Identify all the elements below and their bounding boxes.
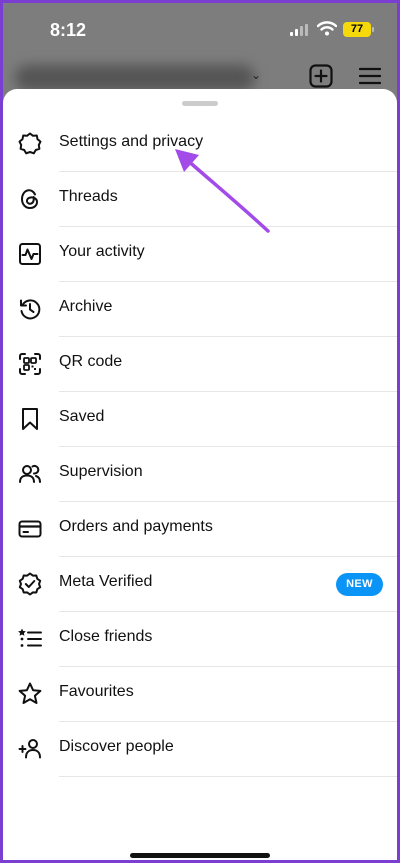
cellular-signal-icon bbox=[290, 24, 308, 36]
menu-item-settings-and-privacy[interactable]: Settings and privacy bbox=[3, 117, 397, 172]
menu-item-orders-and-payments[interactable]: Orders and payments bbox=[3, 502, 397, 557]
add-person-icon bbox=[18, 739, 41, 759]
menu-item-label: Your activity bbox=[59, 243, 145, 260]
menu-item-label: Archive bbox=[59, 298, 113, 315]
menu-item-label: Orders and payments bbox=[59, 518, 213, 535]
menu-item-label: Settings and privacy bbox=[59, 133, 204, 150]
phone-screen: 8:12 77 ⌄ Settings and privacy Threads Y… bbox=[3, 3, 397, 860]
menu-item-close-friends[interactable]: Close friends bbox=[3, 612, 397, 667]
menu-item-favourites[interactable]: Favourites bbox=[3, 667, 397, 722]
menu-item-label: Close friends bbox=[59, 628, 153, 645]
new-badge: NEW bbox=[336, 573, 383, 596]
bookmark-icon bbox=[22, 408, 38, 430]
threads-icon bbox=[20, 189, 39, 210]
menu-item-discover-people[interactable]: Discover people bbox=[3, 722, 397, 777]
menu-item-label: Favourites bbox=[59, 683, 134, 700]
menu-item-threads[interactable]: Threads bbox=[3, 172, 397, 227]
supervision-icon bbox=[19, 464, 41, 483]
wifi-icon bbox=[317, 21, 337, 36]
battery-nub bbox=[372, 27, 374, 32]
menu-item-label: Discover people bbox=[59, 738, 174, 755]
blurred-username bbox=[15, 65, 255, 91]
archive-icon bbox=[20, 299, 41, 320]
divider bbox=[59, 776, 397, 777]
menu-item-label: QR code bbox=[59, 353, 123, 370]
menu-item-meta-verified[interactable]: Meta Verified NEW bbox=[3, 557, 397, 612]
gear-icon bbox=[18, 132, 42, 155]
menu-sheet: Settings and privacy Threads Your activi… bbox=[3, 89, 397, 860]
status-time: 8:12 bbox=[50, 20, 87, 40]
hamburger-icon[interactable] bbox=[359, 67, 381, 85]
menu-item-saved[interactable]: Saved bbox=[3, 392, 397, 447]
menu-item-label: Saved bbox=[59, 408, 105, 425]
close-friends-icon bbox=[18, 628, 42, 647]
battery-icon: 77 bbox=[343, 22, 371, 37]
card-icon bbox=[18, 520, 42, 538]
sheet-grabber[interactable] bbox=[182, 101, 218, 106]
menu-item-qr-code[interactable]: QR code bbox=[3, 337, 397, 392]
menu-item-label: Supervision bbox=[59, 463, 143, 480]
menu-item-label: Meta Verified bbox=[59, 573, 153, 590]
menu-item-your-activity[interactable]: Your activity bbox=[3, 227, 397, 282]
home-indicator[interactable] bbox=[130, 853, 270, 858]
star-icon bbox=[18, 682, 42, 704]
menu-item-supervision[interactable]: Supervision bbox=[3, 447, 397, 502]
qr-code-icon bbox=[19, 353, 41, 375]
menu-item-label: Threads bbox=[59, 188, 118, 205]
verified-icon bbox=[18, 572, 42, 596]
chevron-down-icon: ⌄ bbox=[251, 68, 262, 82]
activity-icon bbox=[19, 243, 41, 265]
status-bar: 8:12 77 bbox=[3, 3, 397, 55]
menu-item-archive[interactable]: Archive bbox=[3, 282, 397, 337]
battery-level: 77 bbox=[350, 23, 364, 35]
plus-square-icon[interactable] bbox=[309, 64, 333, 88]
